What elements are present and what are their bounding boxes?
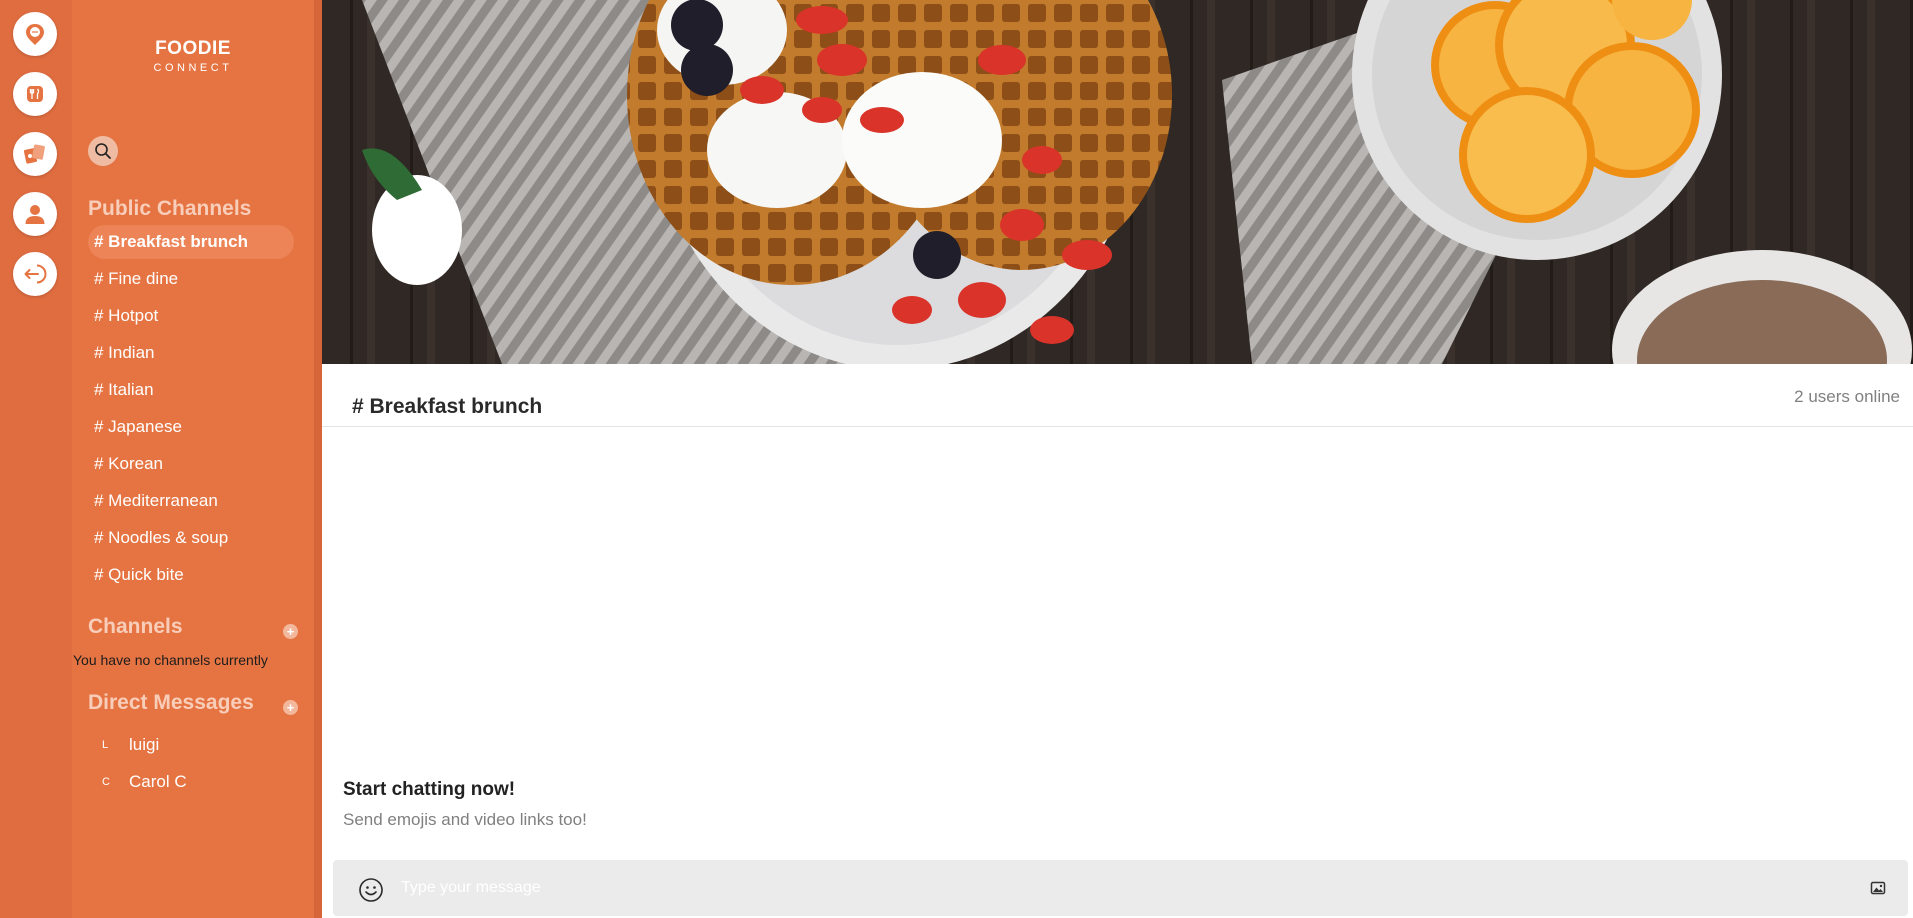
add-channel-button[interactable]: +: [283, 624, 298, 639]
search-button[interactable]: [88, 136, 118, 166]
brand-name: FOODIE: [155, 38, 231, 59]
user-profile-icon[interactable]: [13, 192, 57, 236]
empty-chat-subtitle: Send emojis and video links too!: [343, 810, 587, 829]
emoji-icon[interactable]: [358, 877, 384, 903]
logout-icon[interactable]: [13, 252, 57, 296]
chat-bubble-pin-icon[interactable]: [13, 12, 57, 56]
brand-logo: FOODIE CONNECT: [72, 38, 314, 75]
dm-item-luigi[interactable]: L luigi: [88, 730, 294, 760]
dm-avatar: L: [102, 739, 109, 751]
channel-indian[interactable]: # Indian: [88, 336, 294, 370]
message-input[interactable]: [401, 870, 1801, 906]
empty-chat-title: Start chatting now!: [343, 779, 516, 800]
online-users-count: 2 users online: [1794, 387, 1900, 406]
direct-messages-title: Direct Messages: [88, 691, 254, 714]
channel-korean[interactable]: # Korean: [88, 447, 294, 481]
image-upload-icon[interactable]: [1870, 880, 1886, 896]
channel-italian[interactable]: # Italian: [88, 373, 294, 407]
icon-rail: [0, 0, 72, 918]
public-channels-title: Public Channels: [88, 197, 252, 220]
channel-fine-dine[interactable]: # Fine dine: [88, 262, 294, 296]
dm-item-carol-c[interactable]: C Carol C: [88, 767, 294, 797]
brand-tagline: CONNECT: [153, 62, 233, 74]
message-composer: [333, 860, 1908, 916]
tickets-icon[interactable]: [13, 132, 57, 176]
sidebar-edge: [314, 0, 322, 918]
add-direct-message-button[interactable]: +: [283, 700, 298, 715]
channel-hotpot[interactable]: # Hotpot: [88, 299, 294, 333]
channel-title: # Breakfast brunch: [352, 395, 543, 418]
channel-mediterranean[interactable]: # Mediterranean: [88, 484, 294, 518]
channels-title: Channels: [88, 615, 183, 638]
channel-noodles-soup[interactable]: # Noodles & soup: [88, 521, 294, 555]
search-icon: [95, 143, 111, 159]
chat-main: # Breakfast brunch 2 users online Start …: [322, 0, 1913, 918]
channel-banner-image: [322, 0, 1913, 364]
channel-header: # Breakfast brunch 2 users online: [322, 364, 1913, 427]
sidebar: FOODIE CONNECT Public Channels # Breakfa…: [72, 0, 322, 918]
restaurant-icon[interactable]: [13, 72, 57, 116]
dm-avatar: C: [102, 776, 110, 788]
no-channels-message: You have no channels currently: [73, 652, 268, 668]
dm-name: luigi: [129, 735, 160, 754]
channel-japanese[interactable]: # Japanese: [88, 410, 294, 444]
channel-quick-bite[interactable]: # Quick bite: [88, 558, 294, 592]
dm-name: Carol C: [129, 772, 187, 791]
channel-breakfast-brunch[interactable]: # Breakfast brunch: [88, 225, 294, 259]
